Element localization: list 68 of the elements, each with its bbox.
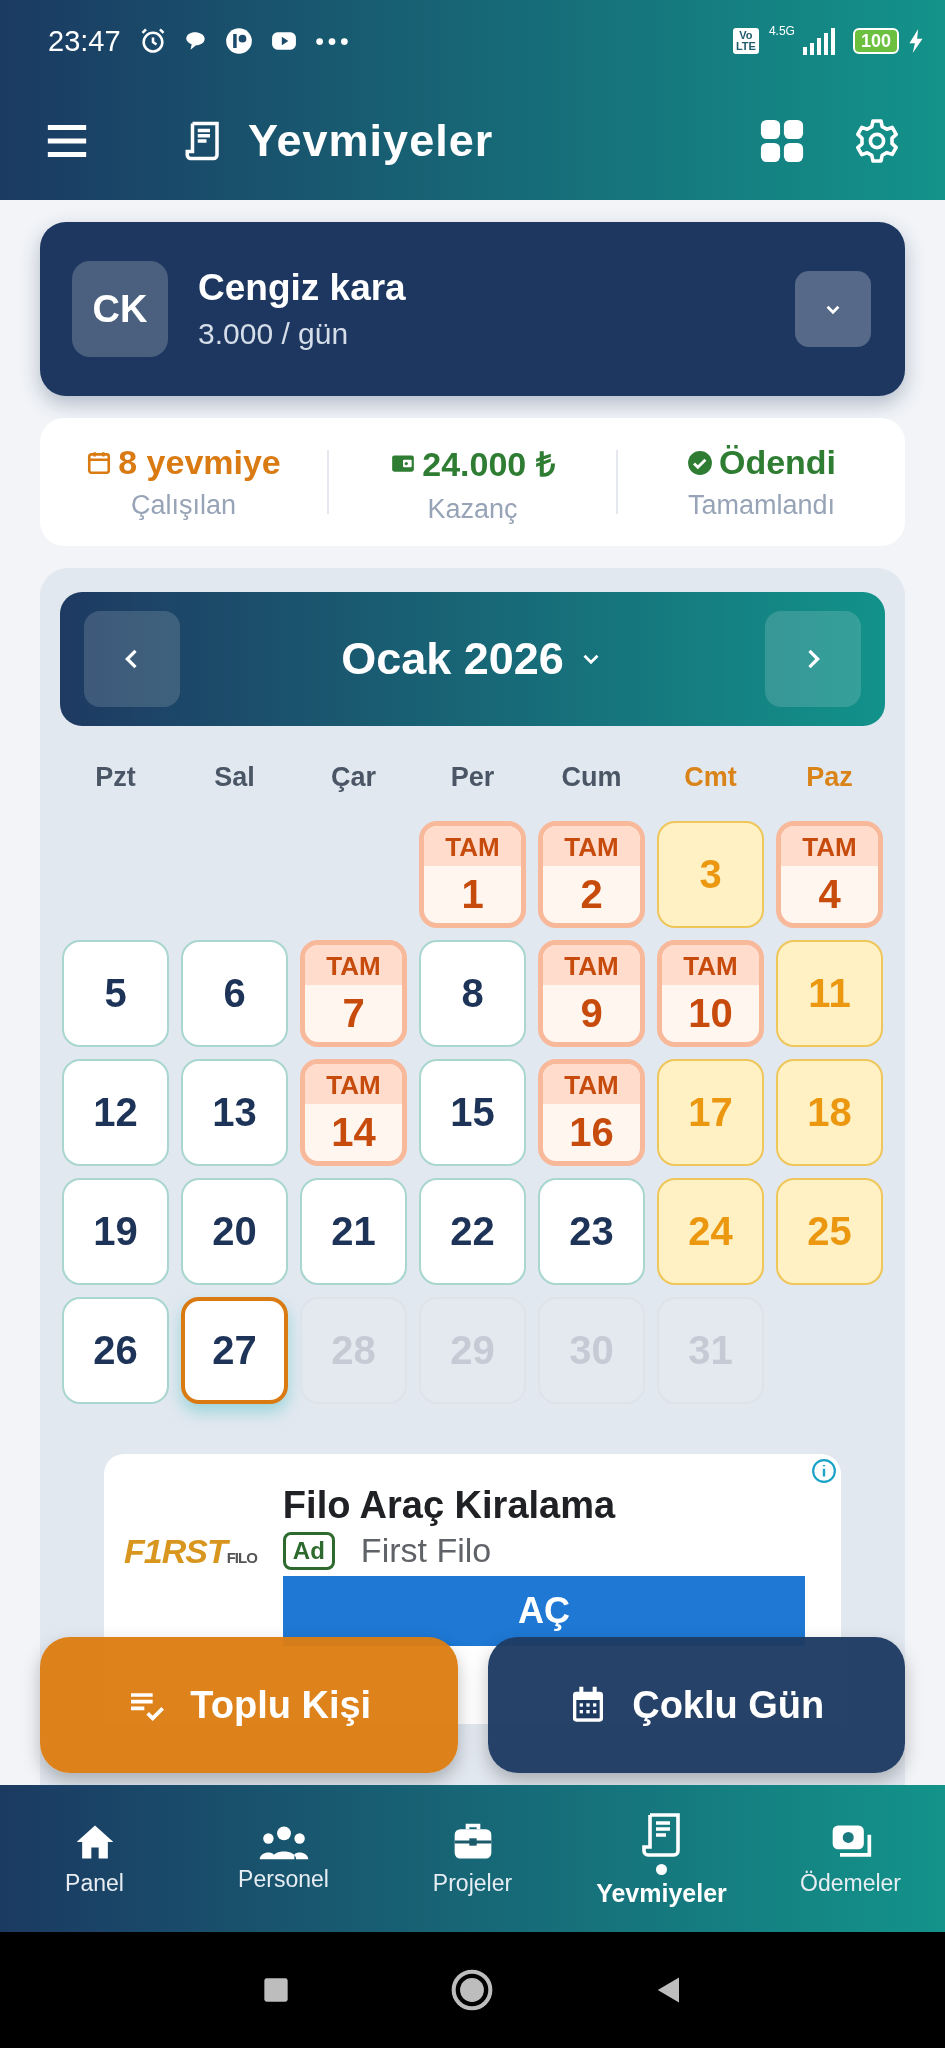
weekday-label: Per — [449, 762, 496, 793]
multi-day-button[interactable]: Çoklu Gün — [487, 1637, 905, 1773]
charging-icon — [909, 29, 923, 53]
nav-tab[interactable]: Yevmiyeler — [567, 1785, 756, 1932]
day-cell[interactable]: 21 — [300, 1178, 407, 1285]
day-cell[interactable]: TAM 14 — [300, 1059, 407, 1166]
day-cell[interactable]: 22 — [419, 1178, 526, 1285]
ad-title: Filo Araç Kiralama — [282, 1484, 617, 1527]
stat-label: Çalışılan — [130, 490, 236, 521]
weekday-label: Pzt — [94, 762, 137, 793]
stat-value: Ödendi — [718, 443, 837, 482]
more-icon — [314, 36, 349, 46]
day-cell[interactable]: 15 — [419, 1059, 526, 1166]
network-type: 4.5G — [768, 24, 795, 38]
worker-name: Cengiz kara — [198, 267, 407, 309]
calendar-icon — [86, 449, 113, 476]
people-icon — [257, 1824, 310, 1860]
month-title[interactable]: Ocak 2026 — [341, 633, 564, 685]
nav-tab[interactable]: Panel — [0, 1785, 189, 1932]
weekday-label: Paz — [805, 762, 854, 793]
avatar-initials: CK — [72, 261, 168, 357]
stat-label: Tamamlandı — [687, 490, 836, 521]
day-cell[interactable]: TAM 2 — [538, 821, 645, 928]
check-circle-icon — [686, 449, 713, 476]
status-time: 23:47 — [48, 24, 121, 58]
nav-tab[interactable]: Projeler — [378, 1785, 567, 1932]
day-cell[interactable]: 23 — [538, 1178, 645, 1285]
nav-tab[interactable]: Ödemeler — [756, 1785, 945, 1932]
day-cell[interactable]: 6 — [181, 940, 288, 1047]
day-cell[interactable]: 8 — [419, 940, 526, 1047]
bulk-people-button[interactable]: Toplu Kişi — [40, 1637, 458, 1773]
day-cell[interactable]: 27 — [181, 1297, 288, 1404]
day-cell[interactable]: 20 — [181, 1178, 288, 1285]
ad-badge: Ad — [282, 1531, 335, 1570]
settings-icon[interactable] — [853, 117, 901, 165]
stat-value: 24.000 ₺ — [422, 443, 555, 485]
page-title: Yevmiyeler — [248, 115, 494, 167]
advertiser-name: First Filo — [360, 1531, 492, 1570]
weekday-label: Sal — [213, 762, 256, 793]
day-cell[interactable]: TAM 16 — [538, 1059, 645, 1166]
grid-icon[interactable] — [759, 118, 805, 164]
daily-rate: 3.000 / gün — [198, 317, 350, 351]
home-button-icon[interactable] — [449, 1968, 494, 2012]
day-cell[interactable]: 12 — [62, 1059, 169, 1166]
day-cell[interactable]: 13 — [181, 1059, 288, 1166]
active-dot — [656, 1863, 667, 1875]
day-cell[interactable]: 26 — [62, 1297, 169, 1404]
weekday-label: Çar — [330, 762, 377, 793]
advertiser-logo: F1RSTFILO — [124, 1532, 257, 1571]
worker-card[interactable]: CK Cengiz kara 3.000 / gün — [40, 222, 905, 396]
volte-badge: Vo LTE — [732, 28, 759, 54]
day-cell[interactable]: TAM 7 — [300, 940, 407, 1047]
recents-icon[interactable] — [261, 1976, 290, 2004]
ad-open-button[interactable]: AÇ — [282, 1576, 805, 1646]
nav-tab[interactable]: Personel — [189, 1785, 378, 1932]
info-icon[interactable] — [811, 1458, 837, 1484]
stat-label: Kazanç — [427, 493, 518, 525]
weekday-label: Cum — [560, 762, 623, 793]
day-cell[interactable]: TAM 10 — [657, 940, 764, 1047]
day-cell[interactable]: 19 — [62, 1178, 169, 1285]
day-cell[interactable]: TAM 1 — [419, 821, 526, 928]
day-cell[interactable]: TAM 4 — [776, 821, 883, 928]
app-icon — [224, 27, 253, 55]
battery-indicator: 100 — [852, 28, 899, 54]
stat-value: 8 yevmiye — [118, 443, 281, 482]
day-cell[interactable]: 5 — [62, 940, 169, 1047]
weekday-label: Cmt — [683, 762, 738, 793]
day-cell[interactable]: TAM 9 — [538, 940, 645, 1047]
